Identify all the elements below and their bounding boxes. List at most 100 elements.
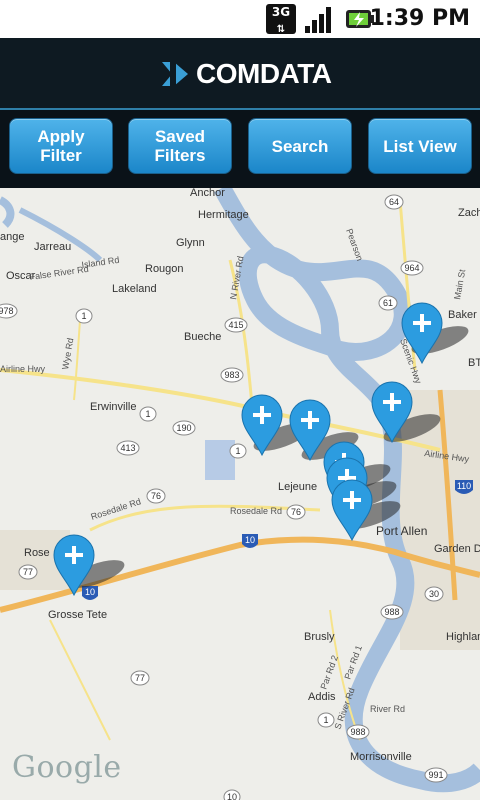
svg-text:190: 190 <box>176 423 191 433</box>
place-bueche: Bueche <box>184 331 221 343</box>
route-shield: 983 <box>220 367 244 383</box>
svg-text:61: 61 <box>383 298 393 308</box>
place-glynn: Glynn <box>176 237 205 249</box>
list-view-button[interactable]: List View <box>368 118 472 174</box>
svg-text:1: 1 <box>145 409 150 419</box>
map-canvas[interactable]: Anchor Hermitage Zach Glynn Jarreau Osca… <box>0 188 480 800</box>
road-label-pearson: Pearson <box>344 227 365 262</box>
svg-text:77: 77 <box>135 673 145 683</box>
road-label-river-rd: River Rd <box>370 704 405 714</box>
road-label-airline-hwy: Airline Hwy <box>0 364 46 374</box>
google-attribution: Google <box>12 750 122 785</box>
saved-filters-label: Saved Filters <box>154 127 206 165</box>
apply-filter-button[interactable]: Apply Filter <box>9 118 113 174</box>
route-shield: 964 <box>400 260 424 276</box>
svg-text:77: 77 <box>23 567 33 577</box>
list-view-label: List View <box>383 136 457 156</box>
location-pin[interactable] <box>400 301 444 365</box>
svg-text:978: 978 <box>0 306 14 316</box>
comdata-logo: COMDATA <box>160 56 332 92</box>
svg-text:1: 1 <box>81 311 86 321</box>
route-shield: 77 <box>18 564 38 580</box>
industrial-area <box>205 440 235 480</box>
apply-filter-label: Apply Filter <box>37 127 85 165</box>
route-shield: 1 <box>75 308 93 324</box>
interstate-shield: 10 <box>242 534 258 548</box>
svg-text:964: 964 <box>404 263 419 273</box>
toolbar: Apply Filter Saved Filters Search List V… <box>0 110 480 188</box>
place-baker: Baker <box>448 309 477 321</box>
route-shield: 413 <box>116 440 140 456</box>
place-ange: ange <box>0 231 24 243</box>
search-button[interactable]: Search <box>248 118 352 174</box>
brand-name: COMDATA <box>196 58 332 89</box>
place-addis: Addis <box>308 691 336 703</box>
route-shield: 61 <box>378 295 398 311</box>
place-zach: Zach <box>458 207 480 219</box>
svg-text:76: 76 <box>291 507 301 517</box>
svg-text:991: 991 <box>428 770 443 780</box>
saved-filters-button[interactable]: Saved Filters <box>128 118 232 174</box>
route-shield: 77 <box>130 670 150 686</box>
route-shield: 988 <box>380 604 404 620</box>
route-shield: 76 <box>146 488 166 504</box>
local-road <box>49 619 111 741</box>
location-pin[interactable] <box>240 393 284 457</box>
place-grosse-tete: Grosse Tete <box>48 609 107 621</box>
route-shield: 991 <box>424 767 448 783</box>
place-erwinville: Erwinville <box>90 401 136 413</box>
interstate-shield: 110 <box>455 480 473 494</box>
route-shield: 1 <box>317 712 335 728</box>
route-shield: 978 <box>0 303 18 319</box>
signal-icon <box>305 7 331 33</box>
place-garden-district: Garden District <box>434 543 480 555</box>
place-btr: BTR <box>468 357 480 369</box>
place-jarreau: Jarreau <box>34 241 71 253</box>
search-label: Search <box>271 136 329 156</box>
location-pin[interactable] <box>52 533 96 597</box>
svg-text:983: 983 <box>224 370 239 380</box>
place-lejeune: Lejeune <box>278 481 317 493</box>
place-anchor: Anchor <box>190 188 225 199</box>
road-label-false-river-rd: False River Rd <box>29 264 89 282</box>
svg-text:988: 988 <box>384 607 399 617</box>
svg-text:1: 1 <box>323 715 328 725</box>
comdata-logo-icon <box>162 62 188 86</box>
route-shield: 76 <box>286 504 306 520</box>
road-label-main-st: Main St <box>452 268 467 300</box>
route-shield: 415 <box>224 317 248 333</box>
place-rougon: Rougon <box>145 263 184 275</box>
svg-text:988: 988 <box>350 727 365 737</box>
place-highland-perkins: Highland Perkins <box>446 631 480 643</box>
svg-text:10: 10 <box>227 792 237 800</box>
svg-text:110: 110 <box>457 481 471 491</box>
road-label-rosedale-rd-2: Rosedale Rd <box>230 506 282 516</box>
place-lakeland: Lakeland <box>112 283 157 295</box>
route-shield: 1 <box>139 406 157 422</box>
place-morrisonville: Morrisonville <box>350 751 412 763</box>
app-header: COMDATA <box>0 38 480 110</box>
route-shield: 10 <box>223 789 241 800</box>
route-shield: 988 <box>346 724 370 740</box>
svg-text:64: 64 <box>389 197 399 207</box>
route-shield: 64 <box>384 194 404 210</box>
lake <box>0 196 15 228</box>
map-view[interactable]: Anchor Hermitage Zach Glynn Jarreau Osca… <box>0 188 480 800</box>
svg-text:415: 415 <box>228 320 243 330</box>
location-pin[interactable] <box>330 478 374 542</box>
road-label-wye-rd: Wye Rd <box>60 337 75 370</box>
status-time: 1:39 PM <box>369 6 470 31</box>
3g-icon: 3G ⇅ <box>266 4 296 35</box>
svg-text:76: 76 <box>151 491 161 501</box>
place-port-allen: Port Allen <box>376 524 427 538</box>
route-shield: 190 <box>172 420 196 436</box>
place-brusly: Brusly <box>304 631 335 643</box>
svg-text:10: 10 <box>245 535 255 545</box>
road-label-par-rd-2: Par Rd 2 <box>318 654 340 691</box>
svg-text:30: 30 <box>429 589 439 599</box>
location-pin[interactable] <box>370 380 414 444</box>
wye-rd-road <box>73 319 81 401</box>
svg-text:413: 413 <box>120 443 135 453</box>
status-bar: 3G ⇅ 1:39 PM <box>0 0 480 38</box>
place-hermitage: Hermitage <box>198 209 249 221</box>
